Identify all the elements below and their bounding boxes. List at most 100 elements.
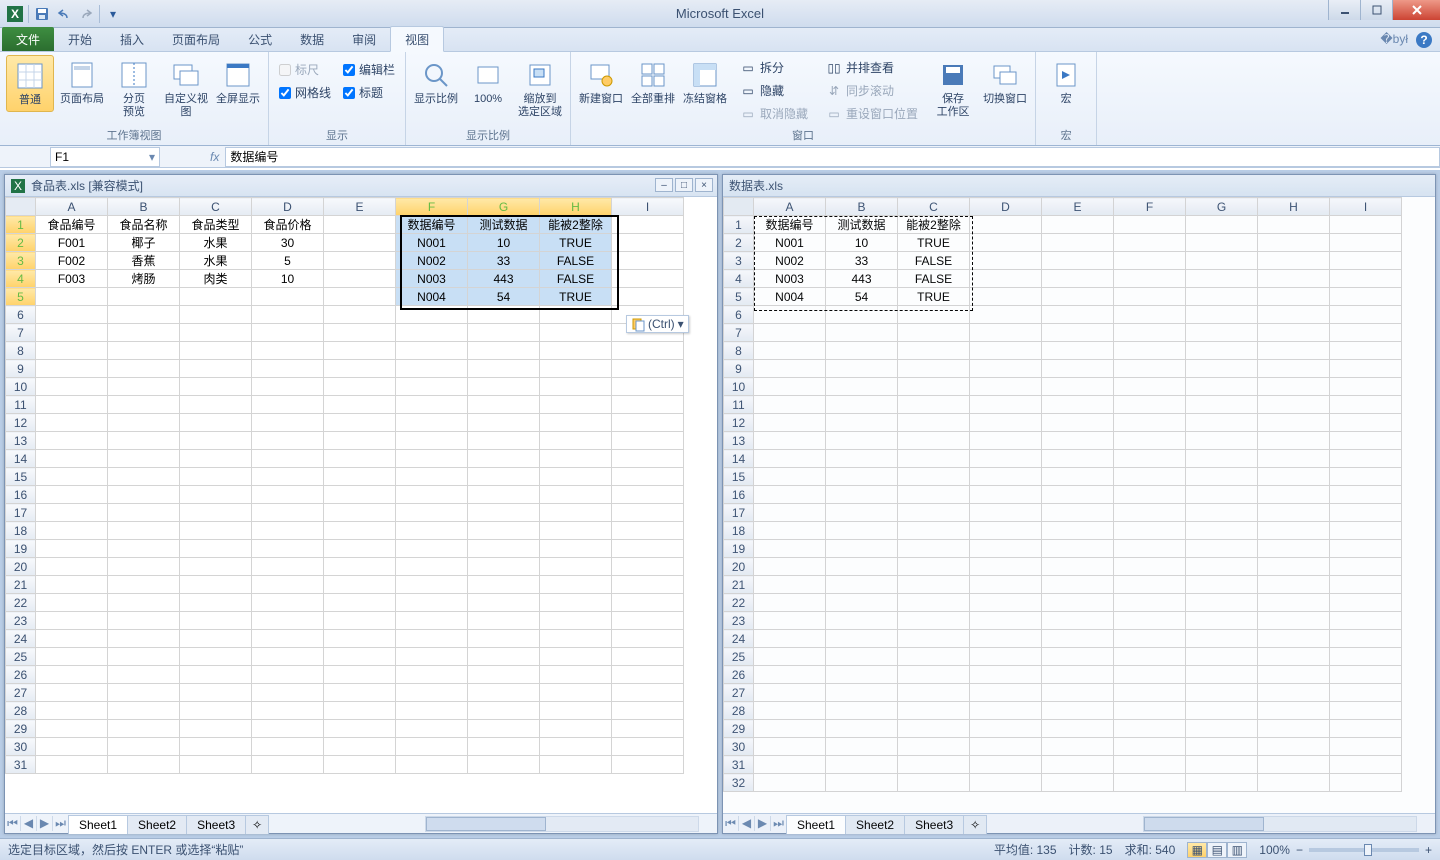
status-count: 计数: 15 (1069, 841, 1113, 858)
sheet-tab-2[interactable]: Sheet2 (127, 815, 187, 834)
save-icon[interactable] (31, 3, 53, 25)
group-label-zoom: 显示比例 (412, 126, 564, 144)
new-sheet-icon[interactable]: ✧ (245, 815, 269, 834)
sync-scroll-button: ⇵同步滚动 (823, 80, 921, 101)
tab-data[interactable]: 数据 (286, 27, 338, 51)
new-window-button[interactable]: 新建窗口 (577, 55, 625, 110)
sheet-tabs-right: ⏮◀▶⏭ Sheet1 Sheet2 Sheet3 ✧ (723, 813, 1435, 833)
name-box[interactable]: F1▾ (50, 147, 160, 167)
view-layout-icon[interactable]: ▤ (1207, 842, 1227, 858)
svg-text:X: X (11, 7, 19, 21)
zoom-out-button[interactable]: − (1296, 843, 1303, 857)
xls-icon: X (11, 179, 25, 193)
switch-windows-button[interactable]: 切换窗口 (981, 55, 1029, 110)
tab-home[interactable]: 开始 (54, 27, 106, 51)
page-layout-button[interactable]: 页面布局 (58, 55, 106, 110)
fx-icon[interactable]: fx (204, 150, 225, 164)
tab-nav-prev-icon[interactable]: ◀ (21, 816, 37, 831)
zoom-selection-button[interactable]: 缩放到 选定区域 (516, 55, 564, 123)
formula-bar: F1▾ fx 数据编号 (0, 146, 1440, 168)
formula-input[interactable]: 数据编号 (225, 147, 1440, 167)
tab-review[interactable]: 审阅 (338, 27, 390, 51)
title-bar: X ▾ Microsoft Excel (0, 0, 1440, 28)
new-sheet-icon-r[interactable]: ✧ (963, 815, 987, 834)
redo-icon[interactable] (75, 3, 97, 25)
custom-views-button[interactable]: 自定义视图 (162, 55, 210, 123)
sheet-tab-1-r[interactable]: Sheet1 (786, 815, 846, 834)
status-sum: 求和: 540 (1125, 841, 1176, 858)
status-average: 平均值: 135 (994, 841, 1057, 858)
tab-view[interactable]: 视图 (390, 26, 444, 52)
grid-left[interactable]: ABCDEFGHI1食品编号食品名称食品类型食品价格数据编号测试数据能被2整除2… (5, 197, 717, 813)
macros-button[interactable]: 宏 (1042, 55, 1090, 110)
save-workspace-button[interactable]: 保存 工作区 (929, 55, 977, 123)
sheet-tab-3[interactable]: Sheet3 (186, 815, 246, 834)
sheet-tab-1[interactable]: Sheet1 (68, 815, 128, 834)
mdi-max-icon[interactable]: □ (675, 178, 693, 192)
mdi-close-icon[interactable]: × (695, 178, 713, 192)
tab-insert[interactable]: 插入 (106, 27, 158, 51)
workspace: X 食品表.xls [兼容模式] –□× ABCDEFGHI1食品编号食品名称食… (0, 170, 1440, 838)
close-button[interactable] (1392, 0, 1440, 20)
excel-icon: X (4, 3, 26, 25)
svg-text:X: X (14, 179, 22, 193)
quick-access-toolbar: X ▾ (0, 3, 124, 25)
minimize-ribbon-icon[interactable]: �był (1380, 32, 1408, 48)
zoom-percent[interactable]: 100% (1259, 843, 1290, 857)
fullscreen-button[interactable]: 全屏显示 (214, 55, 262, 110)
workbook-right: 数据表.xls ABCDEFGHI1数据编号测试数据能被2整除2N00110TR… (722, 174, 1436, 834)
headings-checkbox[interactable]: 标题 (343, 84, 395, 101)
reset-position-button: ▭重设窗口位置 (823, 103, 921, 124)
workbook-title-right: 数据表.xls (723, 175, 1435, 197)
formula-bar-checkbox[interactable]: 编辑栏 (343, 61, 395, 78)
normal-view-button[interactable]: 普通 (6, 55, 54, 112)
hscroll-right[interactable] (1143, 816, 1417, 832)
tab-layout[interactable]: 页面布局 (158, 27, 234, 51)
view-break-icon[interactable]: ▥ (1227, 842, 1247, 858)
qat-dropdown-icon[interactable]: ▾ (102, 3, 124, 25)
tab-nav-first-icon[interactable]: ⏮ (5, 816, 21, 831)
side-by-side-button[interactable]: ▯▯并排查看 (823, 57, 921, 78)
tab-file[interactable]: 文件 (2, 27, 54, 51)
group-label-window: 窗口 (577, 126, 1029, 144)
hide-button[interactable]: ▭隐藏 (737, 80, 811, 101)
page-break-button[interactable]: 分页 预览 (110, 55, 158, 123)
ribbon-view: 普通 页面布局 分页 预览 自定义视图 全屏显示 工作簿视图 (0, 52, 1440, 146)
ribbon-tabs: 文件 开始 插入 页面布局 公式 数据 审阅 视图 �był ? (0, 28, 1440, 52)
group-label-workbook-views: 工作簿视图 (6, 126, 262, 144)
undo-icon[interactable] (53, 3, 75, 25)
sheet-tab-2-r[interactable]: Sheet2 (845, 815, 905, 834)
ruler-checkbox: 标尺 (279, 61, 331, 78)
hscroll-left[interactable] (425, 816, 699, 832)
zoom-100-button[interactable]: 100% (464, 55, 512, 110)
freeze-panes-button[interactable]: 冻结窗格 (681, 55, 729, 110)
mdi-min-icon[interactable]: – (655, 178, 673, 192)
arrange-all-button[interactable]: 全部重排 (629, 55, 677, 110)
sheet-tabs-left: ⏮◀▶⏭ Sheet1 Sheet2 Sheet3 ✧ (5, 813, 717, 833)
sheet-tab-3-r[interactable]: Sheet3 (904, 815, 964, 834)
tab-nav-last-icon[interactable]: ⏭ (53, 816, 69, 831)
paste-options-button[interactable]: (Ctrl)▾ (626, 315, 689, 333)
minimize-button[interactable] (1328, 0, 1360, 20)
group-label-show: 显示 (275, 126, 399, 144)
tab-nav-next-icon[interactable]: ▶ (37, 816, 53, 831)
maximize-button[interactable] (1360, 0, 1392, 20)
view-normal-icon[interactable]: ▦ (1187, 842, 1207, 858)
zoom-in-button[interactable]: + (1425, 843, 1432, 857)
split-button[interactable]: ▭拆分 (737, 57, 811, 78)
view-mode-buttons: ▦ ▤ ▥ (1187, 842, 1247, 858)
help-icon[interactable]: ? (1416, 32, 1432, 48)
gridlines-checkbox[interactable]: 网格线 (279, 84, 331, 101)
group-label-macros: 宏 (1042, 126, 1090, 144)
grid-right[interactable]: ABCDEFGHI1数据编号测试数据能被2整除2N00110TRUE3N0023… (723, 197, 1435, 813)
workbook-title-left: X 食品表.xls [兼容模式] –□× (5, 175, 717, 197)
zoom-button[interactable]: 显示比例 (412, 55, 460, 110)
zoom-slider[interactable] (1309, 848, 1419, 852)
unhide-button: ▭取消隐藏 (737, 103, 811, 124)
tab-formula[interactable]: 公式 (234, 27, 286, 51)
status-bar: 选定目标区域，然后按 ENTER 或选择“粘贴” 平均值: 135 计数: 15… (0, 838, 1440, 860)
status-message: 选定目标区域，然后按 ENTER 或选择“粘贴” (8, 841, 243, 858)
window-controls (1328, 0, 1440, 20)
app-title: Microsoft Excel (0, 6, 1440, 21)
workbook-left: X 食品表.xls [兼容模式] –□× ABCDEFGHI1食品编号食品名称食… (4, 174, 718, 834)
